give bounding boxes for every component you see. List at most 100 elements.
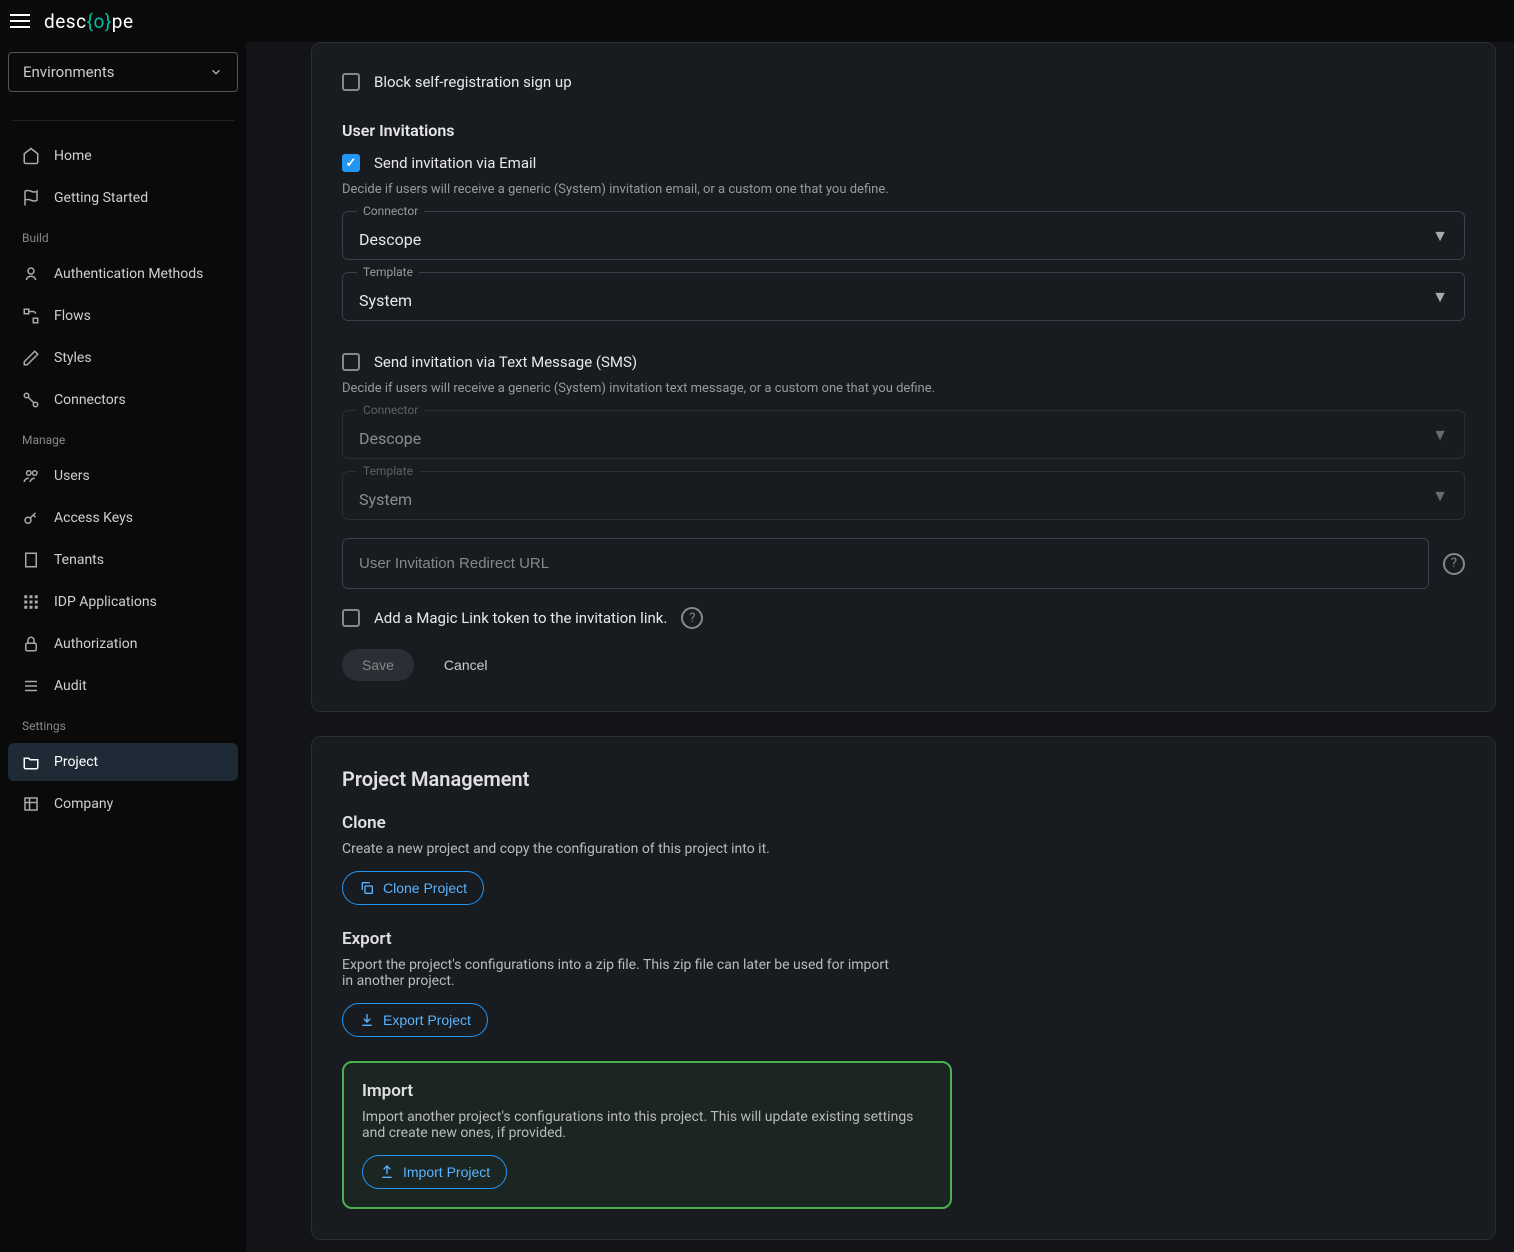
sidebar-item-authorization[interactable]: Authorization bbox=[8, 625, 238, 663]
email-invite-desc: Decide if users will receive a generic (… bbox=[342, 182, 1465, 197]
sidebar-item-flows[interactable]: Flows bbox=[8, 297, 238, 335]
sidebar-item-label: Audit bbox=[54, 678, 87, 694]
sms-invite-desc: Decide if users will receive a generic (… bbox=[342, 381, 1465, 396]
sidebar-section-manage: Manage bbox=[8, 423, 238, 453]
sidebar-item-label: Project bbox=[54, 754, 98, 770]
clone-project-button[interactable]: Clone Project bbox=[342, 871, 484, 905]
sidebar-item-getting-started[interactable]: Getting Started bbox=[8, 179, 238, 217]
email-invite-label: Send invitation via Email bbox=[374, 154, 536, 172]
sidebar-item-label: Tenants bbox=[54, 552, 104, 568]
sidebar-item-users[interactable]: Users bbox=[8, 457, 238, 495]
import-desc: Import another project's configurations … bbox=[362, 1109, 922, 1141]
sidebar-item-styles[interactable]: Styles bbox=[8, 339, 238, 377]
chevron-down-icon bbox=[209, 65, 223, 79]
magic-link-label: Add a Magic Link token to the invitation… bbox=[374, 609, 667, 627]
block-self-reg-label: Block self-registration sign up bbox=[374, 73, 572, 91]
sidebar-item-company[interactable]: Company bbox=[8, 785, 238, 823]
sidebar-item-label: Home bbox=[54, 148, 92, 164]
building-icon bbox=[22, 551, 40, 569]
top-bar: desc{o}pe bbox=[0, 0, 1514, 42]
sidebar-item-project[interactable]: Project bbox=[8, 743, 238, 781]
email-invite-row: Send invitation via Email bbox=[342, 154, 1465, 172]
sidebar-item-tenants[interactable]: Tenants bbox=[8, 541, 238, 579]
sidebar-item-access-keys[interactable]: Access Keys bbox=[8, 499, 238, 537]
save-button[interactable]: Save bbox=[342, 649, 414, 681]
field-label: Template bbox=[357, 265, 419, 279]
import-heading: Import bbox=[362, 1081, 932, 1101]
button-label: Clone Project bbox=[383, 880, 467, 896]
dropdown-arrow-icon: ▼ bbox=[1432, 226, 1448, 246]
dropdown-arrow-icon: ▼ bbox=[1432, 287, 1448, 307]
divider bbox=[12, 120, 234, 121]
key-icon bbox=[22, 509, 40, 527]
upload-icon bbox=[379, 1164, 395, 1180]
content-area: Block self-registration sign up User Inv… bbox=[246, 42, 1514, 1252]
sms-invite-checkbox[interactable] bbox=[342, 353, 360, 371]
cancel-button[interactable]: Cancel bbox=[424, 649, 508, 681]
sidebar-item-label: Authorization bbox=[54, 636, 137, 652]
sidebar-item-label: IDP Applications bbox=[54, 594, 157, 610]
sidebar-item-idp-apps[interactable]: IDP Applications bbox=[8, 583, 238, 621]
field-label: Connector bbox=[357, 204, 424, 218]
dropdown-arrow-icon: ▼ bbox=[1432, 486, 1448, 506]
sidebar-section-settings: Settings bbox=[8, 709, 238, 739]
user-invitations-heading: User Invitations bbox=[342, 121, 1465, 140]
sidebar-item-label: Users bbox=[54, 468, 90, 484]
company-icon bbox=[22, 795, 40, 813]
field-value: Descope bbox=[359, 230, 421, 249]
help-icon[interactable]: ? bbox=[681, 607, 703, 629]
export-desc: Export the project's configurations into… bbox=[342, 957, 902, 989]
logo: desc{o}pe bbox=[44, 10, 134, 33]
connectors-icon bbox=[22, 391, 40, 409]
redirect-url-input[interactable] bbox=[342, 538, 1429, 589]
pencil-icon bbox=[22, 349, 40, 367]
magic-link-row: Add a Magic Link token to the invitation… bbox=[342, 607, 1465, 629]
sidebar-item-label: Connectors bbox=[54, 392, 126, 408]
field-value: System bbox=[359, 490, 412, 509]
button-label: Export Project bbox=[383, 1012, 471, 1028]
field-value: Descope bbox=[359, 429, 421, 448]
sidebar-item-label: Getting Started bbox=[54, 190, 148, 206]
folder-icon bbox=[22, 753, 40, 771]
email-invite-checkbox[interactable] bbox=[342, 154, 360, 172]
copy-icon bbox=[359, 880, 375, 896]
sms-invite-row: Send invitation via Text Message (SMS) bbox=[342, 353, 1465, 371]
menu-toggle[interactable] bbox=[10, 14, 30, 28]
export-project-button[interactable]: Export Project bbox=[342, 1003, 488, 1037]
environment-select[interactable]: Environments bbox=[8, 52, 238, 92]
sidebar-item-label: Flows bbox=[54, 308, 91, 324]
button-label: Import Project bbox=[403, 1164, 490, 1180]
settings-card: Block self-registration sign up User Inv… bbox=[311, 42, 1496, 712]
dropdown-arrow-icon: ▼ bbox=[1432, 425, 1448, 445]
field-value: System bbox=[359, 291, 412, 310]
magic-link-checkbox[interactable] bbox=[342, 609, 360, 627]
flag-icon bbox=[22, 189, 40, 207]
flows-icon bbox=[22, 307, 40, 325]
download-icon bbox=[359, 1012, 375, 1028]
button-row: Save Cancel bbox=[342, 649, 1465, 681]
project-management-heading: Project Management bbox=[342, 767, 1465, 791]
sidebar-item-connectors[interactable]: Connectors bbox=[8, 381, 238, 419]
sidebar-item-audit[interactable]: Audit bbox=[8, 667, 238, 705]
sidebar-section-build: Build bbox=[8, 221, 238, 251]
block-self-reg-checkbox[interactable] bbox=[342, 73, 360, 91]
sidebar-item-auth-methods[interactable]: Authentication Methods bbox=[8, 255, 238, 293]
email-connector-select[interactable]: Connector Descope ▼ bbox=[342, 211, 1465, 260]
field-label: Template bbox=[357, 464, 419, 478]
sidebar: Environments Home Getting Started Build bbox=[0, 42, 246, 1252]
auth-icon bbox=[22, 265, 40, 283]
email-template-select[interactable]: Template System ▼ bbox=[342, 272, 1465, 321]
sidebar-item-label: Company bbox=[54, 796, 113, 812]
sms-connector-select: Connector Descope ▼ bbox=[342, 410, 1465, 459]
redirect-url-row: ? bbox=[342, 538, 1465, 589]
grid-icon bbox=[22, 593, 40, 611]
sidebar-item-home[interactable]: Home bbox=[8, 137, 238, 175]
field-label: Connector bbox=[357, 403, 424, 417]
sidebar-item-label: Access Keys bbox=[54, 510, 133, 526]
lock-icon bbox=[22, 635, 40, 653]
import-project-button[interactable]: Import Project bbox=[362, 1155, 507, 1189]
block-self-reg-row: Block self-registration sign up bbox=[342, 73, 1465, 91]
sidebar-item-label: Authentication Methods bbox=[54, 266, 203, 282]
help-icon[interactable]: ? bbox=[1443, 553, 1465, 575]
sidebar-item-label: Styles bbox=[54, 350, 92, 366]
